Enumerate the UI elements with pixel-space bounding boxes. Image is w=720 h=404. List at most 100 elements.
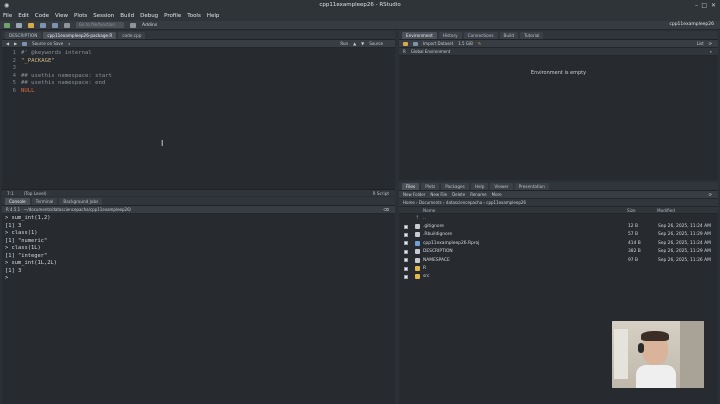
files-refresh-icon[interactable]: ⟳ [709,192,712,197]
file-name[interactable]: .Rbuildignore [423,232,628,237]
grid-icon[interactable] [130,22,136,28]
menu-session[interactable]: Session [93,13,114,19]
file-checkbox[interactable] [404,249,408,254]
file-checkbox[interactable] [404,266,408,271]
scope-indicator[interactable]: (Top Level) [24,191,47,196]
tab-package-r[interactable]: cpp11exampleep26-package.R [43,32,117,39]
file-checkbox[interactable] [404,241,408,246]
project-menu[interactable]: cpp11exampleep26 [669,22,714,27]
tab-connections[interactable]: Connections [463,32,498,39]
run-button[interactable]: Run [340,41,348,46]
open-file-icon[interactable] [28,22,34,28]
console-output[interactable]: > sum_int(1,2) [1] 3 > class(1) [1] "numeri… [2,214,395,283]
file-row[interactable]: src [399,273,718,281]
parent-dir-label[interactable]: .. [423,216,426,221]
tab-console[interactable]: Console [5,198,30,205]
file-checkbox[interactable] [404,232,408,237]
new-file-button[interactable]: New File [430,192,447,197]
menu-view[interactable]: View [55,13,68,19]
tab-description[interactable]: DESCRIPTION [5,32,42,39]
file-row[interactable]: DESCRIPTION 382 B Sep 26, 2025, 11:29 AM [399,248,718,256]
menu-plots[interactable]: Plots [74,13,87,19]
code-line[interactable]: 1 #' @keywords internal [6,50,395,58]
code-editor[interactable]: 1 #' @keywords internal 2 "_PACKAGE" 3 4 ## us… [2,48,395,96]
code-line[interactable]: 3 [6,65,395,73]
menu-tools[interactable]: Tools [187,13,201,19]
new-folder-button[interactable]: New Folder [403,192,425,197]
menu-debug[interactable]: Debug [140,13,158,19]
code-text[interactable]: #' @keywords internal [21,50,92,56]
menu-file[interactable]: File [3,13,12,19]
refresh-icon[interactable]: ⟳ [709,41,712,46]
file-checkbox[interactable] [404,258,408,263]
print-icon[interactable] [64,22,70,28]
tab-packages[interactable]: Packages [441,183,469,190]
minimize-icon[interactable]: – [695,2,698,9]
tab-history[interactable]: History [438,32,462,39]
tab-presentation[interactable]: Presentation [514,183,549,190]
search-icon[interactable]: ⌕ [68,41,70,46]
code-text[interactable]: ## usethis namespace: end [21,80,105,86]
clear-console-icon[interactable]: ⌫ [383,207,389,212]
source-on-save-toggle[interactable]: Source on Save [32,41,63,46]
file-type[interactable]: R Script [373,191,389,196]
language-selector[interactable]: R [403,49,406,54]
goto-file-input[interactable]: Go to file/function [76,22,124,28]
menu-code[interactable]: Code [35,13,49,19]
tab-files[interactable]: Files [402,183,420,190]
new-file-icon[interactable] [4,22,10,28]
save-doc-icon[interactable] [22,41,28,46]
maximize-icon[interactable]: □ [701,2,707,9]
import-dataset-button[interactable]: Import Dataset [423,41,453,46]
code-line[interactable]: 6 NULL [6,88,395,96]
list-view-toggle[interactable]: List [697,41,704,46]
more-menu[interactable]: More [492,192,502,197]
code-line[interactable]: 2 "_PACKAGE" [6,58,395,66]
menu-build[interactable]: Build [120,13,134,19]
rename-button[interactable]: Rename [470,192,486,197]
file-name[interactable]: cpp11exampleep26.Rproj [423,241,628,246]
forward-icon[interactable]: ▶ [14,41,17,46]
tab-tutorial[interactable]: Tutorial [520,32,544,39]
file-row[interactable]: .gitignore 12 B Sep 26, 2025, 11:24 AM [399,222,718,230]
file-checkbox[interactable] [404,274,408,279]
memory-usage[interactable]: 1.5 GiB [458,41,473,46]
save-icon[interactable] [40,22,46,28]
parent-dir-row[interactable]: ↑ .. [399,214,718,222]
save-workspace-icon[interactable] [413,41,418,46]
file-name[interactable]: .gitignore [423,224,628,229]
tab-environment[interactable]: Environment [402,32,437,39]
breadcrumb-path[interactable]: Home › Documents › datasciencepacha › cp… [403,200,526,205]
column-name[interactable]: Name [423,208,627,213]
scope-selector[interactable]: Global Environment [411,49,451,54]
tab-code-cpp[interactable]: code.cpp [118,32,146,39]
file-row[interactable]: .Rbuildignore 57 B Sep 26, 2025, 11:29 AM [399,231,718,239]
addins-menu[interactable]: Addins [142,23,157,28]
tab-viewer[interactable]: Viewer [490,183,513,190]
code-line[interactable]: 5 ## usethis namespace: end [6,80,395,88]
file-row[interactable]: cpp11exampleep26.Rproj 414 B Sep 26, 2025,… [399,239,718,247]
tab-background-jobs[interactable]: Background Jobs [59,198,103,205]
menu-profile[interactable]: Profile [164,13,181,19]
file-row[interactable]: R [399,264,718,272]
delete-button[interactable]: Delete [452,192,465,197]
tab-help[interactable]: Help [470,183,489,190]
close-icon[interactable]: ✕ [711,2,716,9]
menu-edit[interactable]: Edit [18,13,29,19]
new-project-icon[interactable] [16,22,22,28]
source-button[interactable]: Source [369,41,383,46]
code-text[interactable]: NULL [21,88,34,94]
code-text[interactable]: ## usethis namespace: start [21,73,112,79]
column-size[interactable]: Size [627,208,657,213]
tab-terminal[interactable]: Terminal [31,198,58,205]
console-path[interactable]: R 4.5.1 · ~/documents/datasciencepacha/c… [6,207,131,212]
column-modified[interactable]: Modified [657,208,675,213]
menu-help[interactable]: Help [207,13,220,19]
code-line[interactable]: 4 ## usethis namespace: start [6,73,395,81]
file-name[interactable]: R [423,266,628,271]
load-workspace-icon[interactable] [403,41,408,46]
code-text[interactable]: "_PACKAGE" [21,58,55,64]
save-all-icon[interactable] [52,22,58,28]
tab-plots[interactable]: Plots [421,183,440,190]
down-icon[interactable]: ▼ [361,41,364,46]
